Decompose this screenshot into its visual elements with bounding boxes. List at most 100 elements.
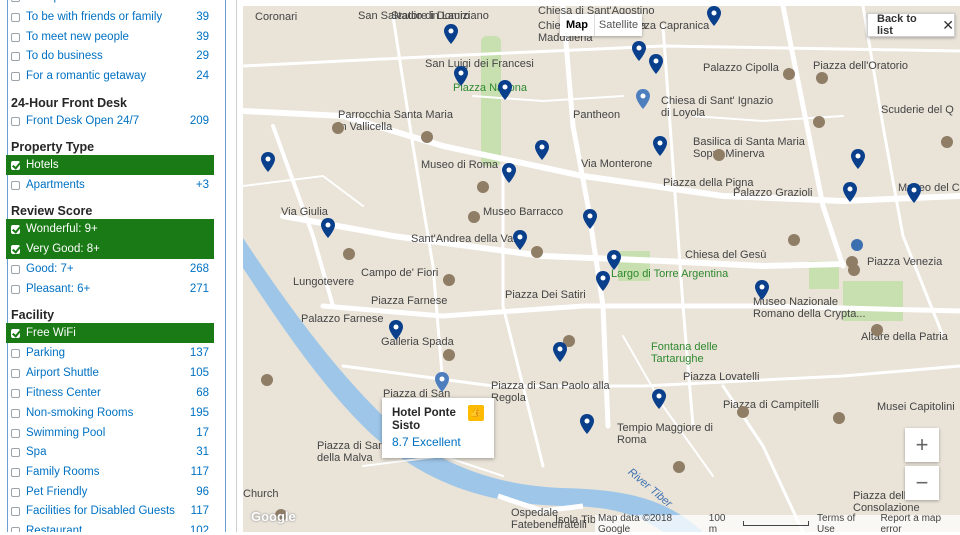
filter-option-parking[interactable]: Parking 137 — [6, 343, 214, 363]
hotel-map-pin[interactable] — [454, 66, 468, 86]
landmark-poi-icon[interactable] — [421, 131, 433, 143]
filter-option-wonderful-9[interactable]: Wonderful: 9+ — [6, 219, 214, 239]
map-type-satellite-button[interactable]: Satellite — [594, 14, 642, 36]
hotel-map-pin[interactable] — [907, 183, 921, 203]
filter-option-spa[interactable]: Spa 31 — [6, 442, 214, 462]
checkbox-checked[interactable] — [11, 224, 20, 234]
checkbox[interactable] — [11, 368, 20, 378]
landmark-poi-icon[interactable] — [783, 68, 795, 80]
checkbox[interactable] — [11, 0, 20, 2]
checkbox-checked[interactable] — [11, 160, 20, 170]
landmark-poi-icon[interactable] — [871, 324, 883, 336]
landmark-poi-icon[interactable] — [788, 234, 800, 246]
hotel-popup[interactable]: Hotel Ponte Sisto 👍 8.7 Excellent — [382, 398, 494, 458]
checkbox[interactable] — [11, 388, 20, 398]
filter-option-family-rooms[interactable]: Family Rooms 117 — [6, 462, 214, 482]
filter-option-very-good-8[interactable]: Very Good: 8+ — [6, 239, 214, 259]
hotel-map-pin[interactable] — [843, 182, 857, 202]
landmark-poi-icon[interactable] — [443, 349, 455, 361]
landmark-poi-icon[interactable] — [531, 246, 543, 258]
landmark-poi-icon[interactable] — [673, 461, 685, 473]
map-canvas[interactable]: Coronari San Salvatore in Lauro Chiesa di … — [243, 6, 960, 532]
hotel-map-pin[interactable] — [851, 149, 865, 169]
landmark-poi-icon[interactable] — [343, 248, 355, 260]
landmark-poi-icon[interactable] — [261, 374, 273, 386]
hotel-map-pin[interactable] — [755, 280, 769, 300]
landmark-poi-icon[interactable] — [713, 149, 725, 161]
checkbox[interactable] — [11, 526, 20, 532]
filter-option-swimming-pool[interactable]: Swimming Pool 17 — [6, 423, 214, 443]
hotel-map-pin[interactable] — [596, 271, 610, 291]
zoom-out-button[interactable]: − — [905, 466, 939, 500]
filter-option-hotels[interactable]: Hotels — [6, 155, 214, 175]
museum-poi-icon[interactable] — [851, 239, 863, 251]
checkbox[interactable] — [11, 264, 20, 274]
checkbox[interactable] — [11, 348, 20, 358]
landmark-poi-icon[interactable] — [813, 116, 825, 128]
filter-option-fitness-center[interactable]: Fitness Center 68 — [6, 383, 214, 403]
hotel-map-pin[interactable] — [498, 80, 512, 100]
popup-hotel-name[interactable]: Hotel Ponte Sisto — [392, 407, 468, 433]
hotel-map-pin[interactable] — [321, 218, 335, 238]
landmark-poi-icon[interactable] — [443, 274, 455, 286]
checkbox[interactable] — [11, 506, 20, 516]
checkbox-checked[interactable] — [11, 244, 20, 254]
landmark-poi-icon[interactable] — [941, 136, 953, 148]
checkbox[interactable] — [11, 447, 20, 457]
zoom-in-button[interactable]: + — [905, 428, 939, 462]
filter-option-for-a-romantic-getaway[interactable]: For a romantic getaway 24 — [6, 66, 214, 86]
filter-option-apartments[interactable]: Apartments +3 — [6, 175, 214, 195]
landmark-poi-icon[interactable] — [332, 122, 344, 134]
filter-option-to-meet-new-people[interactable]: To meet new people 39 — [6, 27, 214, 47]
checkbox[interactable] — [11, 51, 20, 61]
filter-option-to-do-business[interactable]: To do business 29 — [6, 46, 214, 66]
filter-option-airport-shuttle[interactable]: Airport Shuttle 105 — [6, 363, 214, 383]
hotel-map-pin[interactable] — [653, 136, 667, 156]
terms-link[interactable]: Terms of Use — [817, 513, 872, 535]
map-type-map-button[interactable]: Map — [560, 14, 594, 36]
hotel-map-pin-highlighted[interactable] — [435, 372, 449, 392]
filter-option-restaurant[interactable]: Restaurant 102 — [6, 521, 214, 532]
hotel-map-pin[interactable] — [444, 24, 458, 44]
filter-option-non-smoking-rooms[interactable]: Non-smoking Rooms 195 — [6, 403, 214, 423]
filter-option-free-wifi[interactable]: Free WiFi — [6, 323, 214, 343]
checkbox[interactable] — [11, 428, 20, 438]
checkbox[interactable] — [11, 32, 20, 42]
filter-option-to-experience-nature[interactable]: To experience nature64 — [6, 0, 214, 7]
checkbox[interactable] — [11, 487, 20, 497]
filter-option-good-7[interactable]: Good: 7+ 268 — [6, 259, 214, 279]
checkbox[interactable] — [11, 408, 20, 418]
filter-option-facilities-for-disabled-guests[interactable]: Facilities for Disabled Guests 117 — [6, 501, 214, 521]
filter-option-pleasant-6[interactable]: Pleasant: 6+ 271 — [6, 279, 214, 299]
hotel-map-pin[interactable] — [261, 152, 275, 172]
landmark-poi-icon[interactable] — [848, 264, 860, 276]
hotel-map-pin[interactable] — [649, 54, 663, 74]
checkbox[interactable] — [11, 71, 20, 81]
checkbox[interactable] — [11, 12, 20, 22]
landmark-poi-icon[interactable] — [816, 72, 828, 84]
landmark-poi-icon[interactable] — [468, 211, 480, 223]
checkbox-checked[interactable] — [11, 328, 20, 338]
landmark-poi-icon[interactable] — [737, 406, 749, 418]
map-scale[interactable]: 100 m — [709, 513, 735, 535]
landmark-poi-icon[interactable] — [477, 181, 489, 193]
hotel-map-pin[interactable] — [652, 389, 666, 409]
checkbox[interactable] — [11, 467, 20, 477]
checkbox[interactable] — [11, 116, 20, 126]
hotel-map-pin[interactable] — [553, 342, 567, 362]
hotel-map-pin[interactable] — [502, 163, 516, 183]
hotel-map-pin[interactable] — [513, 230, 527, 250]
checkbox[interactable] — [11, 180, 20, 190]
filter-option-pet-friendly[interactable]: Pet Friendly 96 — [6, 482, 214, 502]
hotel-map-pin[interactable] — [607, 250, 621, 270]
hotel-map-pin[interactable] — [389, 320, 403, 340]
hotel-map-pin[interactable] — [632, 41, 646, 61]
hotel-map-pin[interactable] — [580, 414, 594, 434]
filter-option-to-be-with-friends-or-family[interactable]: To be with friends or family 39 — [6, 7, 214, 27]
report-map-error-link[interactable]: Report a map error — [880, 513, 960, 535]
back-to-list-button[interactable]: Back to list ✕ — [867, 13, 955, 37]
hotel-map-pin[interactable] — [535, 140, 549, 160]
filter-option-front-desk-open-24-7[interactable]: Front Desk Open 24/7 209 — [6, 111, 214, 131]
hotel-map-pin-highlighted[interactable] — [636, 89, 650, 109]
checkbox[interactable] — [11, 284, 20, 294]
